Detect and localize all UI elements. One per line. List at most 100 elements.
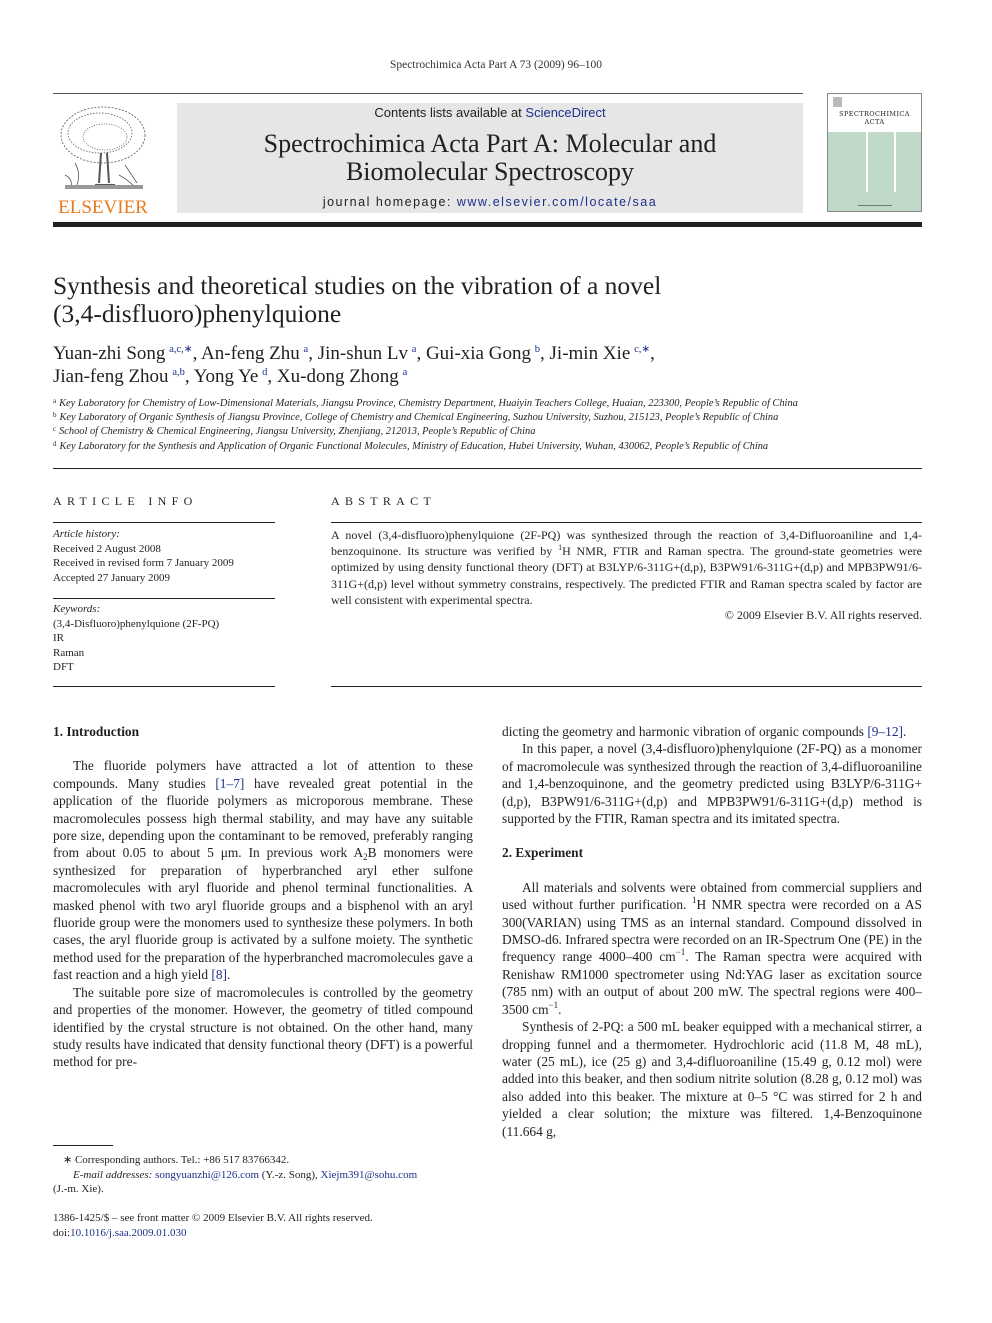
paragraph: In this paper, a novel (3,4-disfluoro)ph… xyxy=(502,741,922,827)
abstract-text: A novel (3,4-disfluoro)phenylquione (2F-… xyxy=(331,527,922,608)
email-line: E-mail addresses: songyuanzhi@126.com (Y… xyxy=(53,1168,473,1183)
affiliation-key: c xyxy=(53,425,57,434)
homepage-link[interactable]: www.elsevier.com/locate/saa xyxy=(457,195,657,209)
author[interactable]: Jin-shun Lv a xyxy=(318,343,417,364)
elsevier-tree-icon xyxy=(60,106,146,189)
abstract-bottom-rule xyxy=(331,686,922,687)
masthead-bottom-rule xyxy=(53,222,922,227)
email-link[interactable]: songyuanzhi@126.com xyxy=(155,1169,259,1181)
author-affiliation-marker[interactable]: a xyxy=(403,367,408,378)
article-info-heading: ARTICLE INFO xyxy=(53,494,198,508)
author[interactable]: Yuan-zhi Song a,c,∗ xyxy=(53,343,193,364)
email-link[interactable]: Xiejm391@sohu.com xyxy=(321,1169,418,1181)
affiliation-key: a xyxy=(53,397,57,405)
author-separator: , xyxy=(308,343,318,364)
affiliation: b Key Laboratory of Organic Synthesis of … xyxy=(53,411,923,425)
history-received: Received 2 August 2008 xyxy=(53,542,161,555)
author[interactable]: Ji-min Xie c,∗ xyxy=(550,343,651,364)
author-affiliation-marker[interactable]: a,b xyxy=(172,367,185,378)
elsevier-logo[interactable]: ELSEVIER xyxy=(53,103,153,218)
citation-link[interactable]: [9–12] xyxy=(867,724,903,739)
history-revised: Received in revised form 7 January 2009 xyxy=(53,557,234,569)
author-separator: , xyxy=(416,343,426,364)
author[interactable]: Gui-xia Gong b xyxy=(426,343,540,364)
author-separator: , xyxy=(650,343,655,364)
text-run: . xyxy=(903,724,907,739)
text-run: . xyxy=(558,1001,562,1017)
article-title: Synthesis and theoretical studies on the… xyxy=(53,272,753,328)
abstract-rule xyxy=(331,522,922,523)
affiliation-key: d xyxy=(53,439,57,448)
paragraph-continued: dicting the geometry and harmonic vibrat… xyxy=(502,723,922,740)
abstract-heading: ABSTRACT xyxy=(331,494,437,508)
history-accepted: Accepted 27 January 2009 xyxy=(53,571,170,584)
author-name: Xu-dong Zhong xyxy=(276,365,399,387)
keyword: DFT xyxy=(53,661,74,673)
homepage-line: journal homepage: www.elsevier.com/locat… xyxy=(177,195,803,209)
article-title-line1: Synthesis and theoretical studies on the… xyxy=(53,271,662,300)
citation-link[interactable]: [8] xyxy=(211,967,227,982)
email-label: E-mail addresses: xyxy=(73,1168,153,1181)
body-column-right: dicting the geometry and harmonic vibrat… xyxy=(502,723,922,1140)
author-name: Yong Ye xyxy=(193,365,259,387)
sciencedirect-link[interactable]: ScienceDirect xyxy=(525,105,605,120)
paragraph: The suitable pore size of macromolecules… xyxy=(53,984,473,1070)
affiliation: d Key Laboratory for the Synthesis and Ap… xyxy=(53,440,923,454)
masthead-top-rule xyxy=(53,93,803,94)
author[interactable]: Xu-dong Zhong a xyxy=(277,366,407,387)
doi-link[interactable]: 10.1016/j.saa.2009.01.030 xyxy=(70,1227,186,1239)
body-column-left: 1. Introduction The fluoride polymers ha… xyxy=(53,723,473,1071)
issn-line: 1386-1425/$ – see front matter © 2009 El… xyxy=(53,1212,373,1224)
paragraph: The fluoride polymers have attracted a l… xyxy=(53,757,473,983)
article-info-rule xyxy=(53,522,275,523)
affiliation-text: Key Laboratory for Chemistry of Low-Dime… xyxy=(59,398,798,409)
corresponding-author-footnote: ∗ Corresponding authors. Tel.: +86 517 8… xyxy=(53,1153,473,1197)
email-owner: (J.-m. Xie). xyxy=(53,1183,104,1195)
contents-prefix: Contents lists available at xyxy=(374,105,526,120)
author-separator: , xyxy=(184,365,194,387)
text-run: dicting the geometry and harmonic vibrat… xyxy=(502,724,868,739)
cover-title-line2: ACTA xyxy=(864,118,885,126)
cover-stripe xyxy=(894,132,896,192)
affiliation-text: Key Laboratory for the Synthesis and App… xyxy=(59,440,769,452)
article-title-line2: (3,4-disfluoro)phenylquione xyxy=(53,299,342,328)
issn-doi-block: 1386-1425/$ – see front matter © 2009 El… xyxy=(53,1211,473,1240)
article-info-bottom-rule xyxy=(53,686,275,687)
author-name: Gui-xia Gong xyxy=(425,343,531,364)
cover-footer-line xyxy=(858,205,892,206)
header-divider xyxy=(53,468,922,469)
email-owner: (Y.-z. Song), xyxy=(259,1168,321,1181)
cover-title: SPECTROCHIMICA ACTA xyxy=(828,110,921,126)
affiliation-text: Key Laboratory of Organic Synthesis of J… xyxy=(59,412,779,424)
paragraph: Synthesis of 2-PQ: a 500 mL beaker equip… xyxy=(502,1019,922,1139)
keywords: Keywords: (3,4-Disfluoro)phenylquione (2… xyxy=(53,602,275,675)
text-run: B monomers were synthesized for preparat… xyxy=(53,845,473,983)
keywords-label: Keywords: xyxy=(53,603,101,615)
author-separator: , xyxy=(192,343,202,364)
section-heading-experiment: 2. Experiment xyxy=(502,845,584,861)
cover-title-line1: SPECTROCHIMICA xyxy=(839,110,910,118)
keyword: Raman xyxy=(53,646,85,659)
author-name: Ji-min Xie xyxy=(549,343,631,364)
author-name: Jian-feng Zhou xyxy=(53,365,169,387)
author[interactable]: Jian-feng Zhou a,b xyxy=(53,366,185,387)
affiliation: a Key Laboratory for Chemistry of Low-Dim… xyxy=(53,397,923,411)
doi-line: doi:10.1016/j.saa.2009.01.030 xyxy=(53,1226,473,1241)
homepage-prefix: journal homepage: xyxy=(322,195,457,209)
author-name: Yuan-zhi Song xyxy=(53,343,166,364)
text-run: . xyxy=(227,967,231,983)
abstract-copyright: © 2009 Elsevier B.V. All rights reserved… xyxy=(724,608,922,622)
affiliation-list: a Key Laboratory for Chemistry of Low-Dim… xyxy=(53,397,923,454)
affiliation-key: b xyxy=(53,411,57,420)
journal-cover-thumbnail[interactable]: SPECTROCHIMICA ACTA xyxy=(827,93,922,212)
affiliation-text: School of Chemistry & Chemical Engineeri… xyxy=(59,426,536,438)
citation-link[interactable]: [1–7] xyxy=(215,776,244,791)
author-list: Yuan-zhi Song a,c,∗, An-feng Zhu a, Jin-… xyxy=(53,343,923,388)
doi-prefix: doi: xyxy=(53,1226,71,1239)
author-affiliation-marker[interactable]: c,∗ xyxy=(634,344,650,355)
section-heading-introduction: 1. Introduction xyxy=(53,724,140,739)
author[interactable]: Yong Ye d xyxy=(194,366,268,387)
author-affiliation-marker[interactable]: a,c,∗ xyxy=(169,344,192,355)
author[interactable]: An-feng Zhu a xyxy=(201,343,308,364)
keywords-rule xyxy=(53,598,275,599)
